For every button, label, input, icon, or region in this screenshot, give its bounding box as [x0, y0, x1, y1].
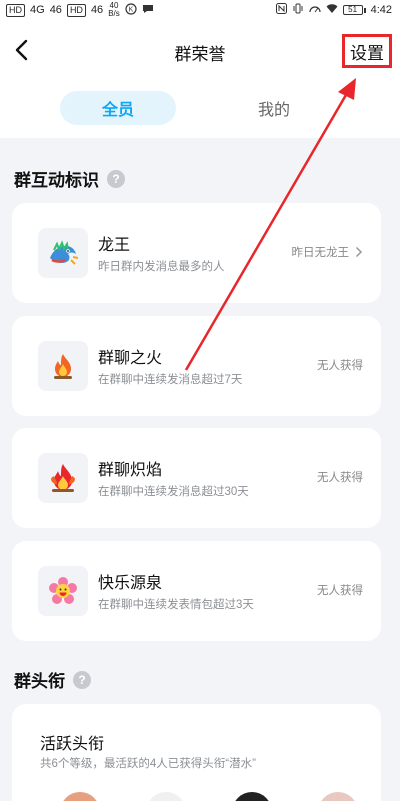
- tab-mine[interactable]: 我的: [216, 91, 332, 125]
- status-bar-right: 51 4:42: [275, 3, 392, 17]
- speed-gauge-icon: [308, 3, 321, 17]
- message-icon: [142, 3, 154, 18]
- signal-46-indicator-2: 46: [90, 4, 104, 16]
- nfc-icon: [275, 3, 287, 17]
- battery-level: 51: [342, 5, 363, 15]
- section-title-tag-title: 群头衔: [14, 672, 65, 691]
- avatar[interactable]: [318, 792, 358, 801]
- badge-status-text: 无人获得: [317, 360, 363, 372]
- hd-indicator: HD: [6, 3, 25, 17]
- badge-desc: 昨日群内发消息最多的人: [98, 261, 225, 273]
- avatar[interactable]: [146, 792, 186, 801]
- tab-all[interactable]: 全员: [60, 91, 176, 125]
- badge-status: 无人获得: [317, 357, 363, 373]
- badge-desc: 在群聊中连续发消息超过30天: [98, 486, 249, 498]
- k-app-icon: K: [125, 2, 137, 18]
- section-title-tag-header: 群头衔 ?: [14, 667, 91, 692]
- member-avatars: [60, 792, 358, 801]
- active-title-desc: 共6个等级，最活跃的4人已获得头衔“潜水”: [40, 758, 256, 770]
- vibrate-icon: [292, 3, 304, 17]
- badge-name: 龙王: [98, 237, 131, 254]
- page-title: 群荣誉: [174, 45, 226, 64]
- badge-card-dragon-king[interactable]: 龙王 昨日群内发消息最多的人 昨日无龙王: [12, 203, 381, 303]
- clock: 4:42: [370, 4, 392, 16]
- help-icon[interactable]: ?: [107, 169, 125, 188]
- badge-status: 昨日无龙王: [292, 244, 364, 260]
- blazing-fire-icon: [38, 453, 88, 503]
- active-title-card[interactable]: 活跃头衔 共6个等级，最活跃的4人已获得头衔“潜水”: [12, 704, 381, 801]
- hd-indicator-2: HD: [66, 3, 86, 17]
- dragon-king-icon: [38, 228, 88, 278]
- network-speed-unit: B/s: [108, 9, 120, 18]
- badge-name: 群聊炽焰: [98, 462, 163, 479]
- badge-name: 群聊之火: [98, 350, 163, 367]
- badge-status: 无人获得: [317, 582, 363, 598]
- avatar[interactable]: [60, 792, 100, 801]
- badge-name: 快乐源泉: [98, 575, 163, 592]
- active-title-name: 活跃头衔: [40, 736, 105, 753]
- happy-flower-icon: [38, 566, 88, 616]
- nav-header: 群荣誉 设置: [0, 20, 400, 82]
- svg-text:K: K: [128, 6, 133, 13]
- help-icon[interactable]: ?: [73, 670, 91, 689]
- badge-status: 无人获得: [317, 469, 363, 485]
- badge-card-chat-fire[interactable]: 群聊之火 在群聊中连续发消息超过7天 无人获得: [12, 316, 381, 416]
- badge-card-happy-source[interactable]: 快乐源泉 在群聊中连续发表情包超过3天 无人获得: [12, 541, 381, 641]
- badge-status-text: 昨日无龙王: [291, 247, 350, 259]
- signal-4g-indicator: 4G: [30, 4, 45, 16]
- chevron-right-icon: [355, 246, 363, 258]
- badge-status-text: 无人获得: [317, 585, 363, 597]
- status-bar-left: HD 4G 46 HD 46 40 B/s K: [6, 2, 154, 18]
- wifi-icon: [326, 3, 338, 17]
- battery-icon: 51: [342, 5, 366, 15]
- badge-status-text: 无人获得: [317, 472, 363, 484]
- section-interaction-header: 群互动标识 ?: [14, 166, 125, 191]
- section-interaction-title: 群互动标识: [14, 171, 99, 190]
- badge-desc: 在群聊中连续发表情包超过3天: [98, 599, 254, 611]
- fire-icon: [38, 341, 88, 391]
- tab-bar: 全员 我的: [0, 82, 400, 138]
- badge-desc: 在群聊中连续发消息超过7天: [98, 374, 243, 386]
- status-bar: HD 4G 46 HD 46 40 B/s K 51 4:42: [0, 0, 400, 20]
- avatar[interactable]: [232, 792, 272, 801]
- network-speed: 40 B/s: [108, 2, 120, 18]
- settings-button[interactable]: 设置: [342, 34, 392, 68]
- badge-card-chat-blaze[interactable]: 群聊炽焰 在群聊中连续发消息超过30天 无人获得: [12, 428, 381, 528]
- signal-46-indicator: 46: [49, 4, 62, 16]
